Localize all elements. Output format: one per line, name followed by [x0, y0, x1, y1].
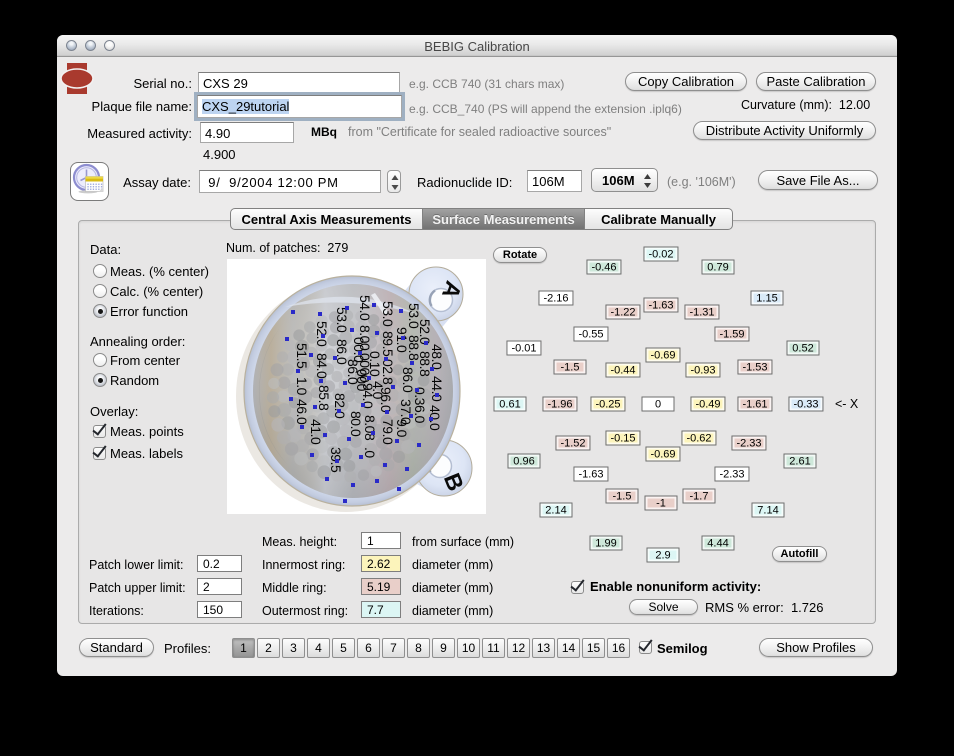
svg-text:79.0: 79.0 — [380, 419, 396, 445]
svg-text:.0: .0 — [362, 447, 378, 458]
svg-text:9.0: 9.0 — [394, 419, 410, 438]
svg-text:52.0: 52.0 — [314, 321, 330, 347]
svg-text:80.0: 80.0 — [348, 411, 364, 437]
svg-text:0.36.0: 0.36.0 — [412, 387, 428, 424]
svg-text:44.0: 44.0 — [429, 376, 445, 402]
svg-text:89.5: 89.5 — [380, 331, 396, 357]
svg-text:96.0: 96.0 — [378, 387, 394, 413]
svg-text:54.0: 54.0 — [357, 295, 373, 321]
svg-text:82.0: 82.0 — [332, 393, 348, 419]
svg-text:02.8: 02.8 — [380, 359, 396, 385]
svg-text:51.5: 51.5 — [294, 343, 310, 369]
svg-text:8.08: 8.08 — [362, 415, 378, 441]
svg-text:85.8: 85.8 — [316, 385, 332, 411]
svg-text:46.0: 46.0 — [294, 399, 310, 425]
svg-text:48.0: 48.0 — [429, 344, 445, 370]
svg-text:84.0: 84.0 — [314, 353, 330, 379]
svg-text:1.0: 1.0 — [294, 377, 310, 396]
svg-text:53.0: 53.0 — [334, 307, 350, 333]
svg-text:41.0: 41.0 — [308, 419, 324, 445]
svg-text:8.00: 8.00 — [357, 325, 373, 351]
svg-text:53.0: 53.0 — [380, 301, 396, 327]
